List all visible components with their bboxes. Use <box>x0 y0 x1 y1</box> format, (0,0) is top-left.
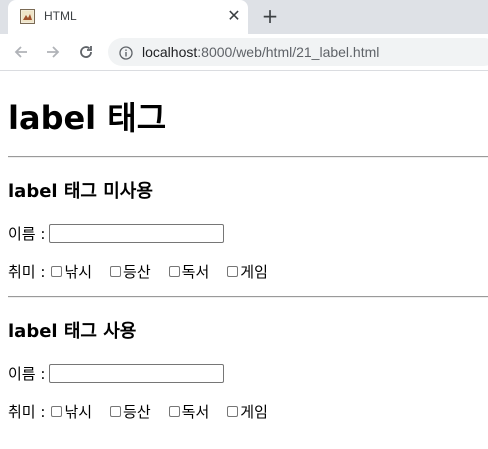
checkbox-reading[interactable] <box>168 265 180 277</box>
hobby-row: 취미 : 낚시 등산 독서 게임 <box>8 260 286 282</box>
tab-title: HTML <box>44 9 77 23</box>
name-input[interactable] <box>49 363 225 383</box>
plus-icon[interactable]: + <box>260 6 280 26</box>
url-host: localhost <box>142 44 198 60</box>
address-bar[interactable]: localhost:8000/web/html/21_label.html <box>108 38 488 66</box>
checkbox-gaming[interactable] <box>227 405 239 417</box>
name-input[interactable] <box>49 223 225 243</box>
close-icon[interactable]: ✕ <box>226 8 242 24</box>
tab-strip: HTML ✕ + <box>0 0 488 34</box>
checkbox-label: 게임 <box>240 262 268 281</box>
url-text[interactable]: localhost:8000/web/html/21_label.html <box>142 44 379 60</box>
url-path: :8000/web/html/21_label.html <box>197 44 380 60</box>
hobby-label: 취미 : <box>8 402 46 421</box>
checkbox-gaming[interactable] <box>227 265 239 277</box>
reload-icon[interactable] <box>76 42 96 62</box>
hobby-row: 취미 : 낚시 등산 독서 게임 <box>8 400 286 422</box>
browser-toolbar: localhost:8000/web/html/21_label.html <box>0 34 488 71</box>
checkbox-label: 독서 <box>181 262 210 281</box>
checkbox-label: 낚시 <box>64 262 93 281</box>
checkbox-hiking[interactable] <box>110 405 122 417</box>
page-content: label 태그 label 태그 미사용 이름 : 취미 : 낚시 등산 독서… <box>0 71 488 449</box>
section-heading-no-label: label 태그 미사용 <box>8 181 153 202</box>
hobby-label: 취미 : <box>8 262 46 281</box>
checkbox-hiking[interactable] <box>110 265 122 277</box>
name-label[interactable]: 이름 : <box>8 363 45 384</box>
name-row: 이름 : <box>8 222 225 244</box>
favicon-icon <box>20 9 35 24</box>
back-arrow-icon[interactable] <box>11 42 31 62</box>
name-label: 이름 : <box>8 224 46 243</box>
checkbox-label[interactable]: 게임 <box>240 401 268 422</box>
name-row: 이름 : <box>8 362 225 384</box>
checkbox-fishing[interactable] <box>51 265 63 277</box>
forward-arrow-icon[interactable] <box>43 42 63 62</box>
page-title: label 태그 <box>8 99 167 137</box>
divider <box>8 296 488 298</box>
info-icon[interactable] <box>119 45 133 60</box>
checkbox-label[interactable]: 독서 <box>182 401 210 422</box>
browser-tab[interactable]: HTML ✕ <box>8 0 248 34</box>
checkbox-reading[interactable] <box>168 405 180 417</box>
section-heading-with-label: label 태그 사용 <box>8 321 137 342</box>
browser-window: HTML ✕ + localhost:8000/web/html/21_labe… <box>0 0 488 449</box>
divider <box>8 156 488 158</box>
checkbox-label: 등산 <box>123 262 151 281</box>
checkbox-fishing[interactable] <box>51 405 63 417</box>
checkbox-label[interactable]: 등산 <box>123 401 151 422</box>
checkbox-label[interactable]: 낚시 <box>64 401 92 422</box>
